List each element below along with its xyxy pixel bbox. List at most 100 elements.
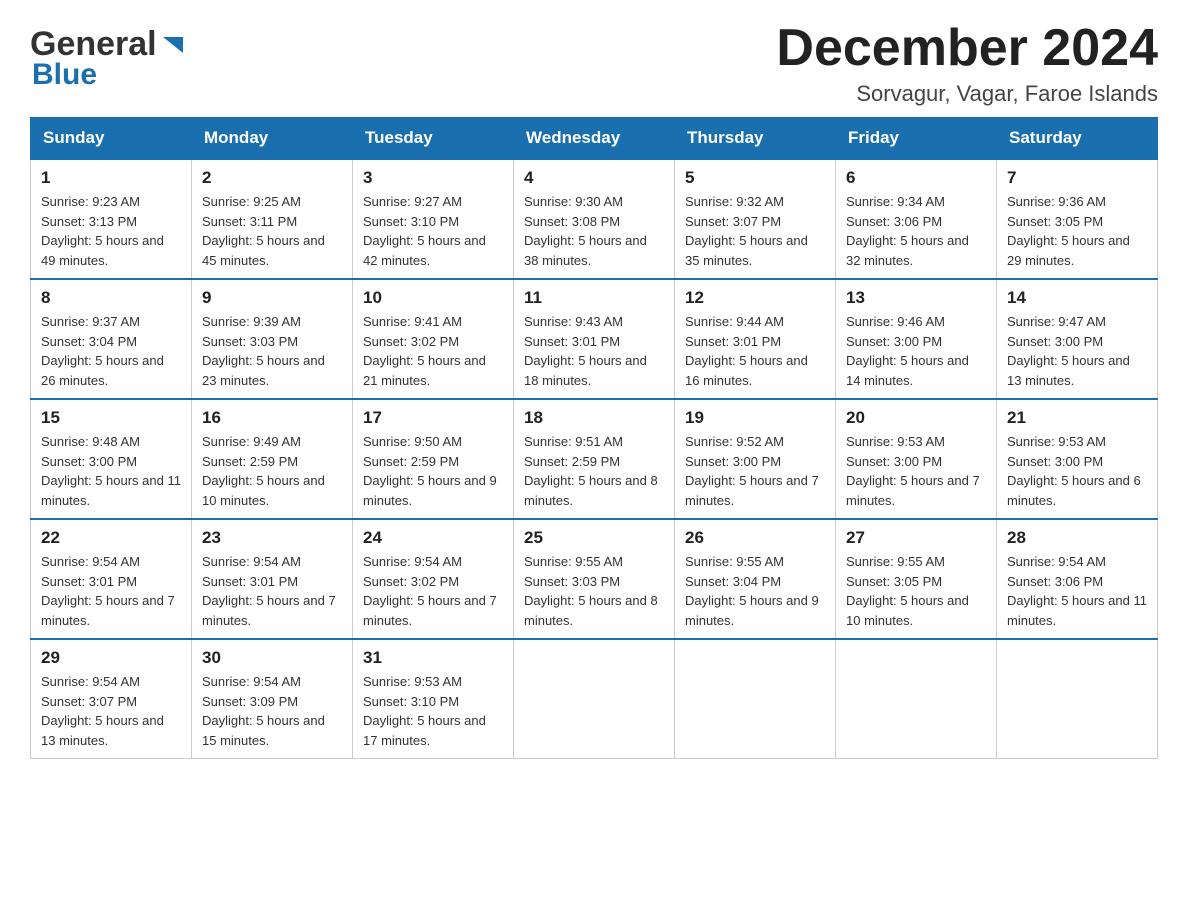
calendar-cell: 27 Sunrise: 9:55 AMSunset: 3:05 PMDaylig… [836,519,997,639]
calendar-cell: 21 Sunrise: 9:53 AMSunset: 3:00 PMDaylig… [997,399,1158,519]
calendar-table: SundayMondayTuesdayWednesdayThursdayFrid… [30,117,1158,759]
calendar-cell: 19 Sunrise: 9:52 AMSunset: 3:00 PMDaylig… [675,399,836,519]
title-block: December 2024 Sorvagur, Vagar, Faroe Isl… [776,20,1158,107]
day-number: 1 [41,168,181,188]
calendar-cell: 31 Sunrise: 9:53 AMSunset: 3:10 PMDaylig… [353,639,514,759]
day-number: 8 [41,288,181,308]
calendar-cell: 14 Sunrise: 9:47 AMSunset: 3:00 PMDaylig… [997,279,1158,399]
day-header-wednesday: Wednesday [514,118,675,160]
calendar-cell: 10 Sunrise: 9:41 AMSunset: 3:02 PMDaylig… [353,279,514,399]
calendar-cell: 30 Sunrise: 9:54 AMSunset: 3:09 PMDaylig… [192,639,353,759]
day-info: Sunrise: 9:51 AMSunset: 2:59 PMDaylight:… [524,432,664,510]
location: Sorvagur, Vagar, Faroe Islands [776,81,1158,107]
day-info: Sunrise: 9:55 AMSunset: 3:03 PMDaylight:… [524,552,664,630]
day-number: 18 [524,408,664,428]
day-number: 20 [846,408,986,428]
week-row-1: 1 Sunrise: 9:23 AMSunset: 3:13 PMDayligh… [31,159,1158,279]
day-number: 14 [1007,288,1147,308]
calendar-cell: 24 Sunrise: 9:54 AMSunset: 3:02 PMDaylig… [353,519,514,639]
calendar-cell: 17 Sunrise: 9:50 AMSunset: 2:59 PMDaylig… [353,399,514,519]
calendar-cell: 23 Sunrise: 9:54 AMSunset: 3:01 PMDaylig… [192,519,353,639]
calendar-cell: 26 Sunrise: 9:55 AMSunset: 3:04 PMDaylig… [675,519,836,639]
day-header-monday: Monday [192,118,353,160]
calendar-header: SundayMondayTuesdayWednesdayThursdayFrid… [31,118,1158,160]
calendar-cell: 12 Sunrise: 9:44 AMSunset: 3:01 PMDaylig… [675,279,836,399]
week-row-3: 15 Sunrise: 9:48 AMSunset: 3:00 PMDaylig… [31,399,1158,519]
day-number: 9 [202,288,342,308]
day-info: Sunrise: 9:54 AMSunset: 3:01 PMDaylight:… [41,552,181,630]
day-number: 16 [202,408,342,428]
day-info: Sunrise: 9:23 AMSunset: 3:13 PMDaylight:… [41,192,181,270]
day-info: Sunrise: 9:54 AMSunset: 3:09 PMDaylight:… [202,672,342,750]
day-info: Sunrise: 9:44 AMSunset: 3:01 PMDaylight:… [685,312,825,390]
day-number: 15 [41,408,181,428]
day-number: 3 [363,168,503,188]
calendar-cell: 18 Sunrise: 9:51 AMSunset: 2:59 PMDaylig… [514,399,675,519]
calendar-cell: 25 Sunrise: 9:55 AMSunset: 3:03 PMDaylig… [514,519,675,639]
day-number: 19 [685,408,825,428]
calendar-cell: 1 Sunrise: 9:23 AMSunset: 3:13 PMDayligh… [31,159,192,279]
day-info: Sunrise: 9:52 AMSunset: 3:00 PMDaylight:… [685,432,825,510]
day-info: Sunrise: 9:25 AMSunset: 3:11 PMDaylight:… [202,192,342,270]
week-row-5: 29 Sunrise: 9:54 AMSunset: 3:07 PMDaylig… [31,639,1158,759]
calendar-cell: 13 Sunrise: 9:46 AMSunset: 3:00 PMDaylig… [836,279,997,399]
day-header-tuesday: Tuesday [353,118,514,160]
calendar-cell: 5 Sunrise: 9:32 AMSunset: 3:07 PMDayligh… [675,159,836,279]
day-info: Sunrise: 9:54 AMSunset: 3:07 PMDaylight:… [41,672,181,750]
day-info: Sunrise: 9:27 AMSunset: 3:10 PMDaylight:… [363,192,503,270]
calendar-cell [836,639,997,759]
day-info: Sunrise: 9:54 AMSunset: 3:06 PMDaylight:… [1007,552,1147,630]
calendar-cell [997,639,1158,759]
day-number: 30 [202,648,342,668]
calendar-cell: 22 Sunrise: 9:54 AMSunset: 3:01 PMDaylig… [31,519,192,639]
calendar-cell: 3 Sunrise: 9:27 AMSunset: 3:10 PMDayligh… [353,159,514,279]
calendar-cell: 2 Sunrise: 9:25 AMSunset: 3:11 PMDayligh… [192,159,353,279]
logo-triangle-icon [159,31,187,59]
day-number: 21 [1007,408,1147,428]
day-info: Sunrise: 9:47 AMSunset: 3:00 PMDaylight:… [1007,312,1147,390]
day-info: Sunrise: 9:46 AMSunset: 3:00 PMDaylight:… [846,312,986,390]
day-number: 11 [524,288,664,308]
day-info: Sunrise: 9:41 AMSunset: 3:02 PMDaylight:… [363,312,503,390]
calendar-cell: 4 Sunrise: 9:30 AMSunset: 3:08 PMDayligh… [514,159,675,279]
calendar-cell: 16 Sunrise: 9:49 AMSunset: 2:59 PMDaylig… [192,399,353,519]
day-info: Sunrise: 9:53 AMSunset: 3:00 PMDaylight:… [846,432,986,510]
calendar-cell: 28 Sunrise: 9:54 AMSunset: 3:06 PMDaylig… [997,519,1158,639]
day-header-sunday: Sunday [31,118,192,160]
calendar-cell [514,639,675,759]
day-header-friday: Friday [836,118,997,160]
day-info: Sunrise: 9:30 AMSunset: 3:08 PMDaylight:… [524,192,664,270]
calendar-cell [675,639,836,759]
day-number: 29 [41,648,181,668]
calendar-cell: 9 Sunrise: 9:39 AMSunset: 3:03 PMDayligh… [192,279,353,399]
day-info: Sunrise: 9:34 AMSunset: 3:06 PMDaylight:… [846,192,986,270]
day-info: Sunrise: 9:55 AMSunset: 3:05 PMDaylight:… [846,552,986,630]
day-number: 25 [524,528,664,548]
day-info: Sunrise: 9:36 AMSunset: 3:05 PMDaylight:… [1007,192,1147,270]
day-number: 22 [41,528,181,548]
calendar-cell: 11 Sunrise: 9:43 AMSunset: 3:01 PMDaylig… [514,279,675,399]
day-number: 26 [685,528,825,548]
day-number: 6 [846,168,986,188]
day-header-saturday: Saturday [997,118,1158,160]
day-info: Sunrise: 9:39 AMSunset: 3:03 PMDaylight:… [202,312,342,390]
day-number: 24 [363,528,503,548]
day-info: Sunrise: 9:54 AMSunset: 3:01 PMDaylight:… [202,552,342,630]
day-number: 27 [846,528,986,548]
day-number: 10 [363,288,503,308]
logo-blue: Blue [32,58,97,92]
calendar-cell: 29 Sunrise: 9:54 AMSunset: 3:07 PMDaylig… [31,639,192,759]
day-number: 13 [846,288,986,308]
calendar-body: 1 Sunrise: 9:23 AMSunset: 3:13 PMDayligh… [31,159,1158,759]
page-header: General Blue December 2024 Sorvagur, Vag… [30,20,1158,107]
day-number: 7 [1007,168,1147,188]
day-info: Sunrise: 9:50 AMSunset: 2:59 PMDaylight:… [363,432,503,510]
day-info: Sunrise: 9:43 AMSunset: 3:01 PMDaylight:… [524,312,664,390]
day-number: 5 [685,168,825,188]
day-number: 23 [202,528,342,548]
day-info: Sunrise: 9:49 AMSunset: 2:59 PMDaylight:… [202,432,342,510]
day-number: 12 [685,288,825,308]
day-number: 4 [524,168,664,188]
day-info: Sunrise: 9:55 AMSunset: 3:04 PMDaylight:… [685,552,825,630]
month-title: December 2024 [776,20,1158,77]
